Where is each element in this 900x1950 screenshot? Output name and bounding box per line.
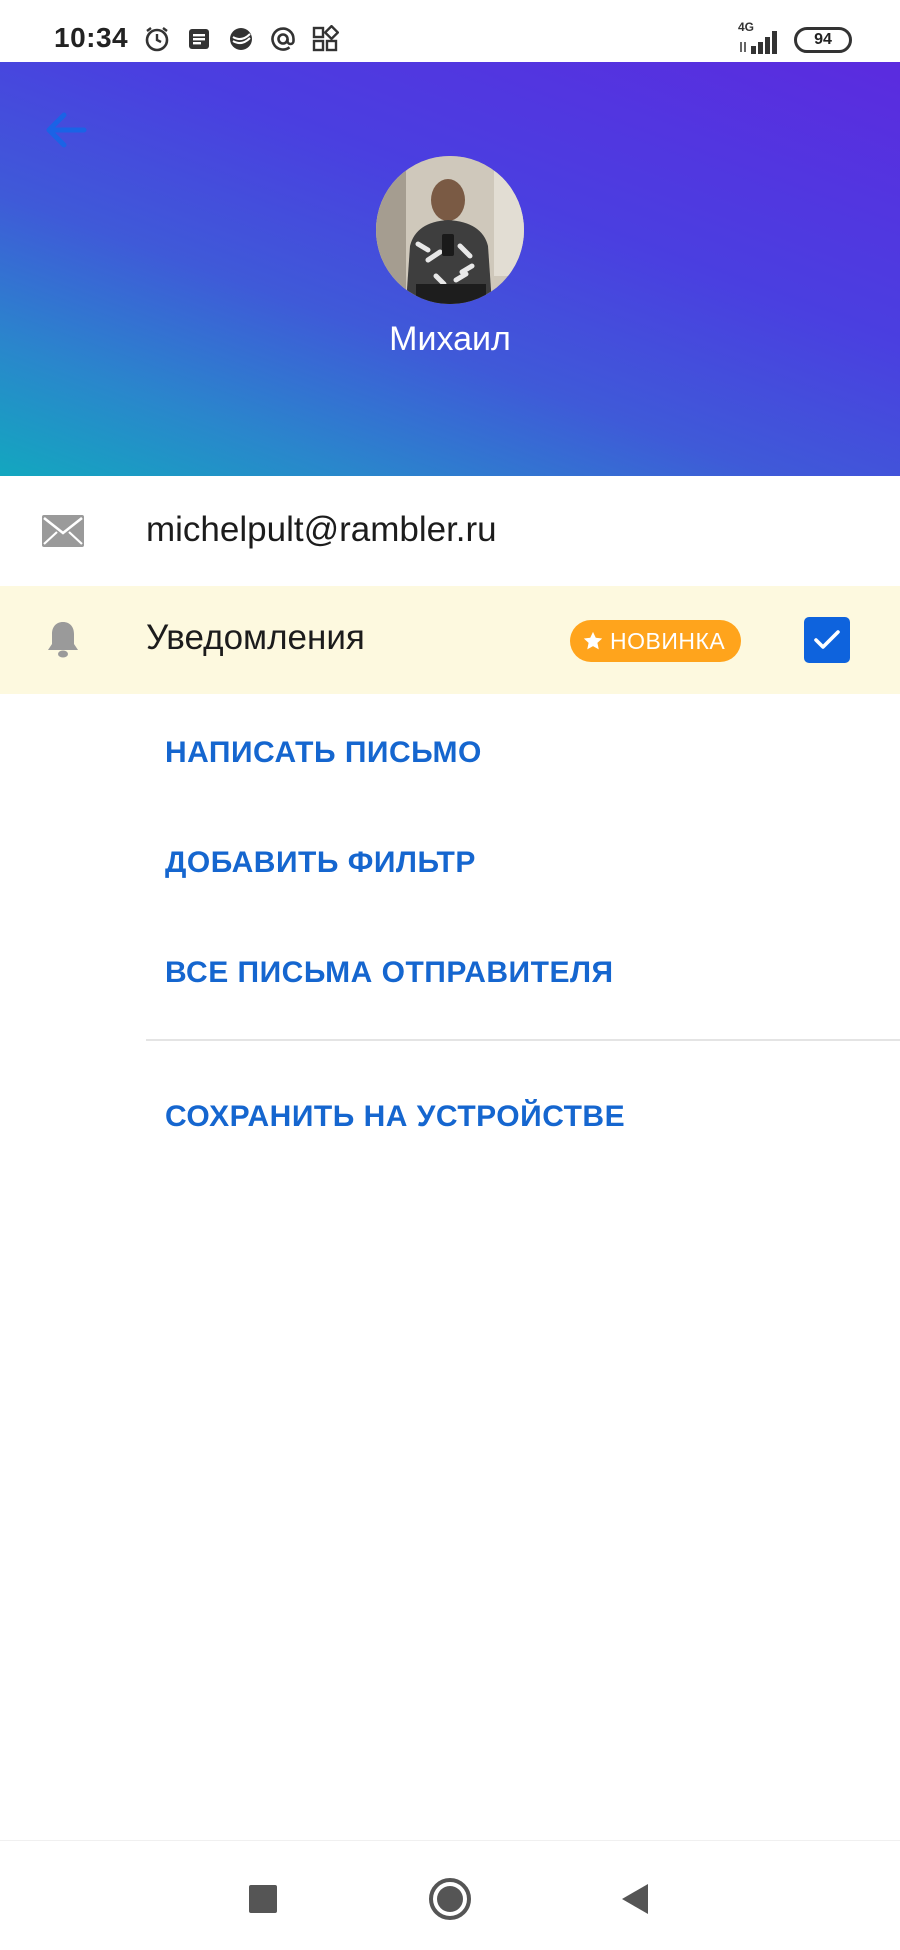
- recents-square-icon: [249, 1885, 277, 1913]
- status-right: 4G 94: [738, 20, 852, 54]
- check-icon: [814, 630, 840, 649]
- notifications-label: Уведомления: [146, 618, 365, 657]
- contact-header: Михаил: [0, 62, 900, 476]
- arrow-left-icon: [46, 112, 87, 148]
- avatar: [376, 156, 524, 304]
- notifications-checkbox[interactable]: [804, 617, 850, 663]
- star-icon: [583, 631, 603, 650]
- back-triangle-icon: [622, 1884, 648, 1914]
- back-button[interactable]: [38, 102, 94, 158]
- home-circle-icon: [429, 1878, 471, 1920]
- recents-button[interactable]: [233, 1869, 293, 1929]
- battery-indicator: 94: [794, 27, 852, 53]
- alarm-icon: [142, 24, 172, 54]
- navigation-bar: [0, 1840, 900, 1950]
- all-sender-letters-button[interactable]: ВСЕ ПИСЬМА ОТПРАВИТЕЛЯ: [165, 956, 614, 990]
- new-badge-label: НОВИНКА: [610, 627, 726, 654]
- at-icon: [268, 24, 298, 54]
- contact-screen: 10:34 4G 94 Михаил michelpult@rambler.ru…: [0, 0, 900, 1950]
- email-address: michelpult@rambler.ru: [146, 510, 497, 549]
- notification-icons: [142, 24, 340, 54]
- back-nav-button[interactable]: [605, 1869, 665, 1929]
- news-icon: [184, 24, 214, 54]
- write-letter-button[interactable]: НАПИСАТЬ ПИСЬМО: [165, 736, 482, 770]
- status-time: 10:34: [54, 22, 129, 53]
- divider: [146, 1039, 900, 1041]
- apps-icon: [310, 24, 340, 54]
- email-row[interactable]: michelpult@rambler.ru: [0, 476, 900, 586]
- home-button[interactable]: [420, 1869, 480, 1929]
- save-on-device-button[interactable]: СОХРАНИТЬ НА УСТРОЙСТВЕ: [165, 1100, 625, 1134]
- new-badge: НОВИНКА: [570, 620, 742, 662]
- battery-level: 94: [814, 31, 832, 48]
- contact-name: Михаил: [389, 320, 511, 358]
- mail-icon: [40, 508, 86, 554]
- bell-icon: [40, 616, 86, 662]
- sber-icon: [226, 24, 256, 54]
- signal-icon: 4G: [738, 20, 782, 54]
- add-filter-button[interactable]: ДОБАВИТЬ ФИЛЬТР: [165, 846, 476, 880]
- status-bar: 10:34 4G 94: [0, 0, 900, 62]
- notifications-row[interactable]: Уведомления НОВИНКА: [0, 586, 900, 694]
